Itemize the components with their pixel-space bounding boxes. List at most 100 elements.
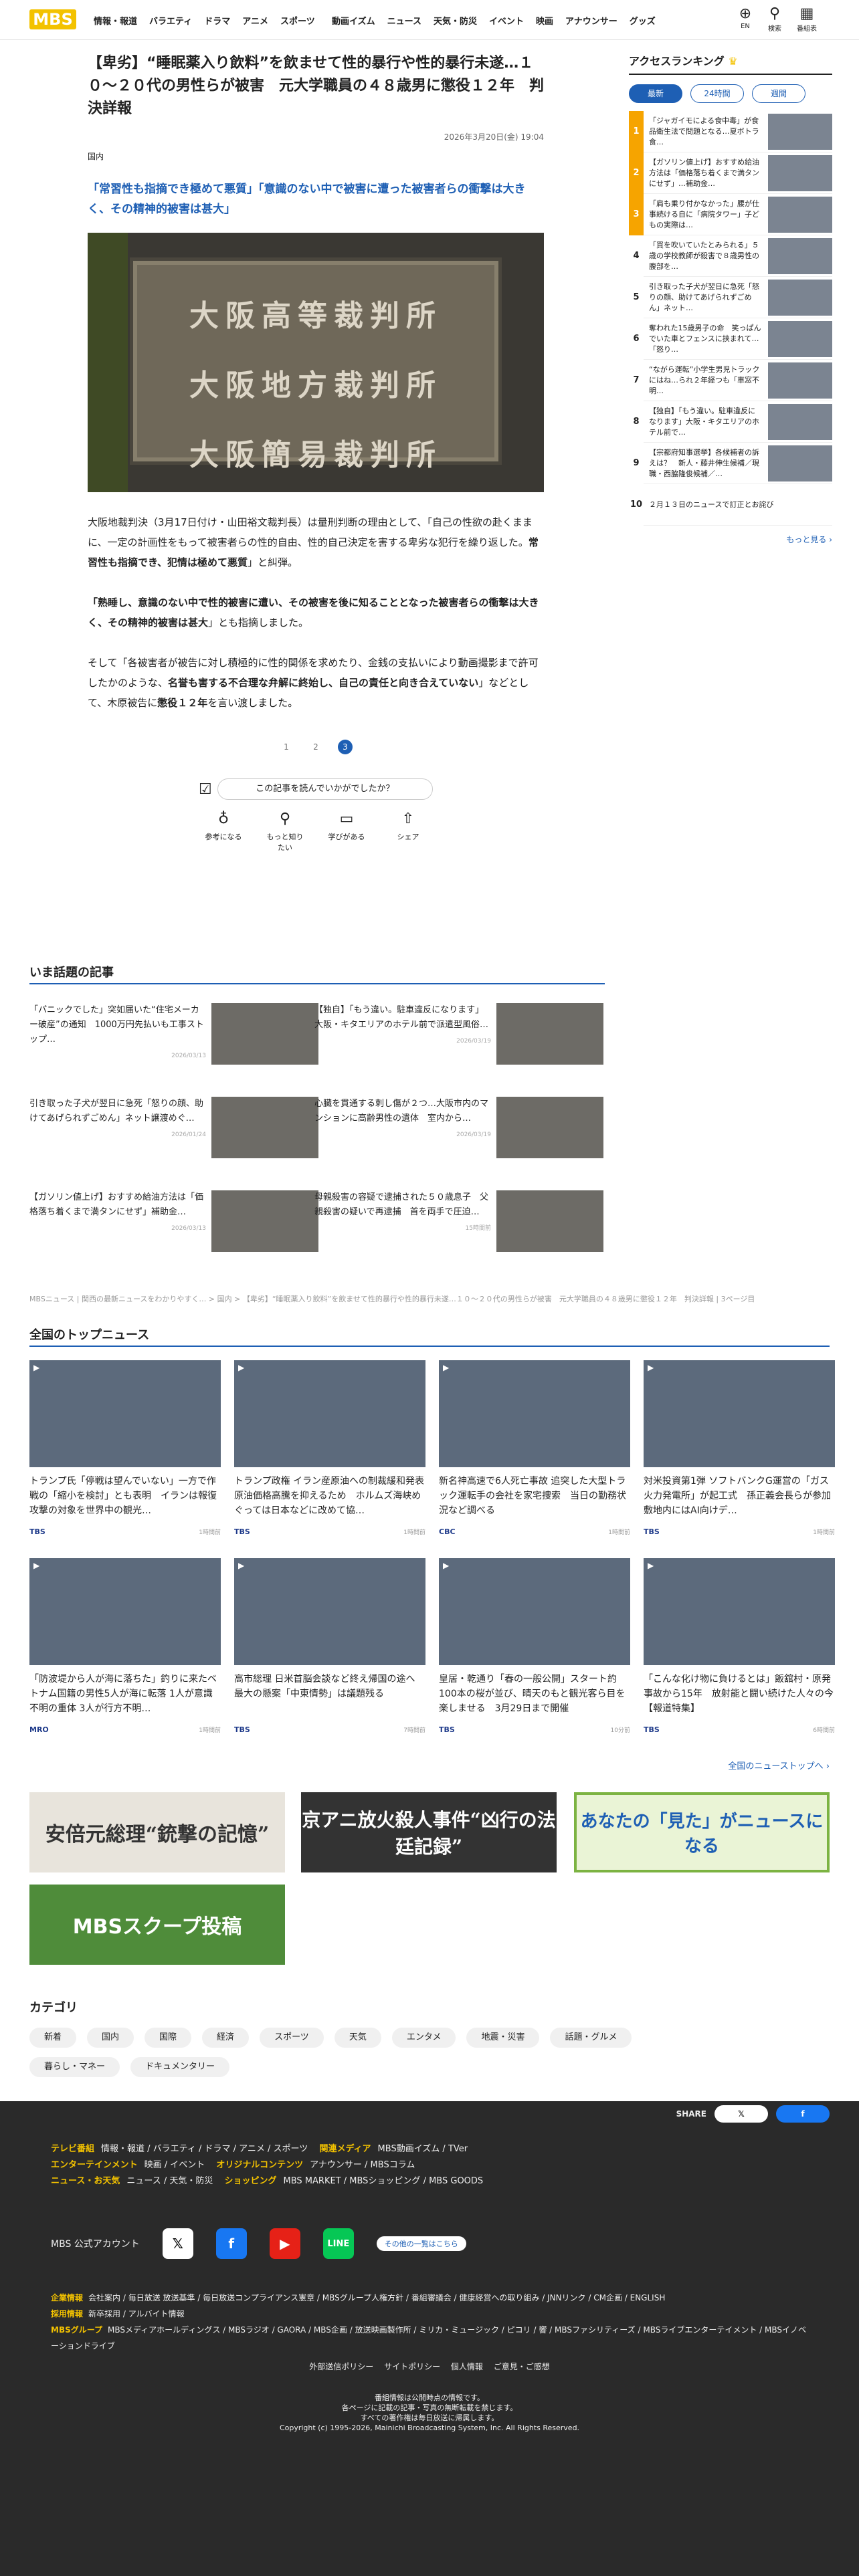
nav-drama[interactable]: ドラマ	[204, 14, 230, 27]
nav-variety[interactable]: バラエティ	[149, 14, 192, 27]
trending-item[interactable]: 母親殺害の容疑で逮捕された５０歳息子 父親殺害の疑いで再逮捕 首を両手で圧迫… 1…	[314, 1190, 603, 1257]
paragraph: 「熟睡し、意識のない中で性的被害に遭い、その被害を後に知ることとなった被害者らの…	[88, 597, 539, 629]
rank-headline: 「ジャガイモによる食中毒」が食品衛生法で問題となる…夏ボトラ食…	[649, 116, 759, 146]
all-news-link[interactable]: 全国のニューストップへ ›	[728, 1759, 830, 1772]
banner-kyoani[interactable]: 京アニ放火殺人事件“凶行の法廷記録”	[301, 1792, 557, 1872]
national-news-card[interactable]: 「こんな化け物に負けるとは」飯舘村・原発事故から15年 放射能と闘い続けた人々の…	[644, 1558, 835, 1734]
ranking-item[interactable]: 6 奪われた15歳男子の命 笑っぱんでいた車とフェンスに挟まれて…「怒り…	[629, 318, 832, 360]
breadcrumb[interactable]: MBSニュース | 関西の最新ニュースをわかりやすく… > 国内 > 【卑劣】“…	[29, 1293, 832, 1304]
trending-item[interactable]: 【ガソリン値上げ】おすすめ給油方法は「価格落ち着くまで満タンにせず」補助金… 20…	[29, 1190, 318, 1257]
ranking-more-link[interactable]: もっと見る ›	[629, 534, 832, 545]
category-chip[interactable]: 天気	[334, 2028, 381, 2048]
banner-scoop[interactable]: MBSスクープ投稿	[29, 1885, 285, 1965]
national-news-card[interactable]: 対米投資第1弾 ソフトバンクG運営の「ガス火力発電所」が起工式 孫正義会長らが参…	[644, 1360, 835, 1536]
nav-goods[interactable]: グッズ	[630, 14, 656, 27]
nav-movie[interactable]: 映画	[536, 14, 553, 27]
category-chip[interactable]: 経済	[202, 2028, 250, 2048]
page-2[interactable]: 2	[308, 740, 323, 754]
facebook-share-button[interactable]: f	[776, 2105, 830, 2123]
survey: ☑ この記事を読んでいかがでしたか？	[199, 778, 433, 800]
category-chip[interactable]: 暮らし・マネー	[29, 2057, 120, 2077]
ranking-item[interactable]: 9 【宗都府知事選挙】各候補者の訴えは？ 新人・藤井伸生候補／現職・西脇隆俊候補／…	[629, 442, 832, 484]
account-list-link[interactable]: その他の一覧はこちら	[376, 2236, 466, 2251]
rank-thumbnail	[768, 279, 832, 316]
nav-sports[interactable]: スポーツ	[280, 14, 315, 27]
nav-news[interactable]: 情報・報道	[94, 14, 137, 27]
search-icon: ⚲	[769, 5, 781, 22]
page-3[interactable]: 3	[338, 740, 353, 754]
banner-abe[interactable]: 安倍元総理“銃撃の記憶”	[29, 1792, 285, 1872]
language-button[interactable]: ⊕ EN	[732, 5, 759, 30]
reaction-share[interactable]: ⇧ シェア	[388, 811, 428, 853]
search-button[interactable]: ⚲ 検索	[761, 5, 788, 33]
x-icon[interactable]: 𝕏	[162, 2228, 193, 2259]
rank-thumbnail	[768, 196, 832, 233]
article-title: 【卑劣】“睡眠薬入り飲料”を飲ませて性的暴行や性的暴行未遂…１０～２０代の男性ら…	[88, 55, 545, 117]
survey-question: この記事を読んでいかがでしたか？	[217, 778, 433, 800]
category-chip[interactable]: 新着	[29, 2028, 77, 2048]
rank-number: 1	[629, 110, 644, 152]
reaction-helpful[interactable]: ♁ 参考になる	[203, 811, 244, 853]
category-chip[interactable]: 地震・災害	[466, 2028, 540, 2048]
ranking-item[interactable]: 10 ２月１３日のニュースで訂正とお詫び	[629, 484, 832, 526]
news-headline: 新名神高速で6人死亡事故 追突した大型トラック運転手の会社を家宅捜索 当日の勤務…	[439, 1476, 626, 1516]
tab-weekly[interactable]: 週間	[752, 84, 805, 103]
tv-schedule-button[interactable]: ▦ 番組表	[793, 5, 820, 33]
category-chip[interactable]: スポーツ	[260, 2028, 324, 2048]
tab-24h[interactable]: 24時間	[690, 84, 744, 103]
trending-date: 2026/03/19	[456, 1038, 491, 1045]
ranking-tabs: 最新 24時間 週間	[629, 84, 832, 103]
national-news-card[interactable]: トランプ政権 イラン産原油への制裁緩和発表 原油価格高騰を抑えるため ホルムズ海…	[234, 1360, 425, 1536]
nav-announcer[interactable]: アナウンサー	[565, 14, 617, 27]
trending-item[interactable]: 【独自】「もう違い。駐車違反になります」大阪・キタエリアのホテル前で派遣型風俗……	[314, 1003, 603, 1070]
article-lead: 「常習性も指摘でき極めて悪質」「意識のない中で被害に遭った被害者らの衝撃は大きく…	[88, 183, 526, 216]
policy-links[interactable]: 外部送信ポリシー サイトポリシー 個人情報 ご意見・ご感想	[0, 2361, 859, 2372]
ranking-item[interactable]: 2 【ガソリン値上げ】おすすめ給油方法は「価格落ち着くまで満タンにせず」…補助金…	[629, 152, 832, 194]
ranking-item[interactable]: 8 【独自】「もう違い。駐車違反になります」大阪・キタエリアのホテル前で…	[629, 401, 832, 443]
category-chip[interactable]: 国内	[87, 2028, 134, 2048]
ranking-item[interactable]: 1 「ジャガイモによる食中毒」が食品衛生法で問題となる…夏ボトラ食…	[629, 110, 832, 152]
youtube-icon[interactable]: ▶	[269, 2228, 300, 2259]
category-chip[interactable]: 国際	[145, 2028, 192, 2048]
article-category[interactable]: 国内	[88, 150, 544, 162]
ranking-item[interactable]: 7 “ながら運転”小学生男児トラックにはね…られ２年経つも「車窓不明…	[629, 359, 832, 401]
ranking-item[interactable]: 4 「買を吹いていたとみられる」５歳の学校教師が殺害で８歳男性の腹部を…	[629, 235, 832, 277]
nav-anime[interactable]: アニメ	[242, 14, 268, 27]
trending-item[interactable]: 「パニックでした」突如届いた“住宅メーカー破産”の通知 1000万円先払いも工事…	[29, 1003, 318, 1070]
line-icon[interactable]: LINE	[322, 2228, 354, 2259]
reaction-learn[interactable]: ▭ 学びがある	[326, 811, 367, 853]
x-share-button[interactable]: 𝕏	[714, 2105, 768, 2123]
ranking-item[interactable]: 3 「肩も乗り付かなかった」腰が仕事続ける自に「病院タワー」子どもの実際は…	[629, 193, 832, 235]
national-news-card[interactable]: 皇居・乾通り「春の一般公開」スタート約100本の桜が並び、晴天のもと観光客ら目を…	[439, 1558, 630, 1734]
national-news-card[interactable]: トランプ氏「停戦は望んでいない」一方で作戦の「縮小を検討」とも表明 イランは報復…	[29, 1360, 221, 1536]
category-chip[interactable]: 話題・グルメ	[550, 2028, 632, 2048]
official-accounts: MBS 公式アカウント 𝕏 f ▶ LINE その他の一覧はこちら	[51, 2228, 466, 2259]
page-1[interactable]: 1	[279, 740, 294, 754]
nav-event[interactable]: イベント	[489, 14, 524, 27]
nav-weather[interactable]: 天気・防災	[434, 14, 477, 27]
trending-item[interactable]: 心臓を貫通する刺し傷が２つ…大阪市内のマンションに高齢男性の遺体 室内から… 20…	[314, 1097, 603, 1164]
share-bar: SHARE 𝕏 f	[676, 2105, 830, 2123]
news-source: TBS	[234, 1527, 250, 1536]
national-news-card[interactable]: 新名神高速で6人死亡事故 追突した大型トラック運転手の会社を家宅捜索 当日の勤務…	[439, 1360, 630, 1536]
reaction-more[interactable]: ⚲ もっと知りたい	[265, 811, 305, 853]
mbs-logo[interactable]: MBS	[29, 9, 76, 29]
nav-douga[interactable]: 動画イズム	[332, 14, 375, 27]
book-icon: ▭	[339, 811, 354, 827]
national-news-card[interactable]: 高市総理 日米首脳会談など終え帰国の途へ 最大の懸案「中東情勢」は議題残る TBS…	[234, 1558, 425, 1734]
national-news-card[interactable]: 「防波堤から人が海に落ちた」釣りに来たベトナム国籍の男性5人が海に転落 1人が意…	[29, 1558, 221, 1734]
category-chip[interactable]: エンタメ	[391, 2028, 456, 2048]
rank-headline: ２月１３日のニュースで訂正とお詫び	[649, 500, 774, 509]
facebook-icon[interactable]: f	[215, 2228, 247, 2259]
trending-item[interactable]: 引き取った子犬が翌日に急死「怒りの顔、助けてあげられずごめん」ネット譲渡めぐ… 2…	[29, 1097, 318, 1164]
ranking-item[interactable]: 5 引き取った子犬が翌日に急死「怒りの顔、助けてあげられずごめん」ネット…	[629, 276, 832, 318]
category-chip[interactable]: ドキュメンタリー	[130, 2057, 230, 2077]
banner-report[interactable]: あなたの「見た」がニュースになる	[574, 1792, 830, 1872]
news-source: TBS	[644, 1725, 660, 1734]
article-date: 2026年3月20日(金) 19:04	[444, 132, 544, 142]
news-source: CBC	[439, 1527, 456, 1536]
article-body: 大阪地裁判決（3月17日付け・山田裕文裁判長）は量刑判断の理由として、「自己の性…	[88, 512, 544, 713]
tab-latest[interactable]: 最新	[629, 84, 682, 103]
rank-headline: 「買を吹いていたとみられる」５歳の学校教師が殺害で８歳男性の腹部を…	[649, 240, 759, 271]
nav-newslist[interactable]: ニュース	[387, 14, 421, 27]
